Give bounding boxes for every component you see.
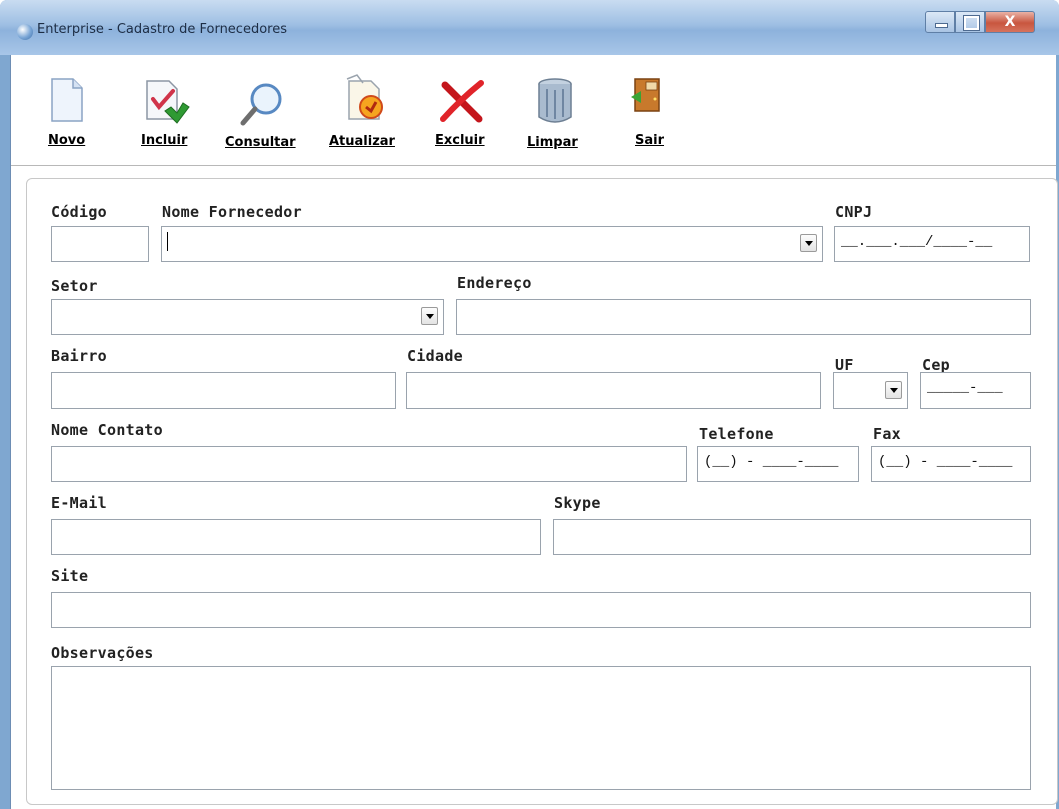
delete-button[interactable]: Excluir [431,77,491,157]
codigo-input[interactable] [51,226,149,262]
uf-dropdown-button[interactable] [885,381,902,399]
form-panel: Código Nome Fornecedor CNPJ __.___.___/_… [26,178,1058,805]
site-label: Site [51,567,89,585]
new-label: Novo [48,133,86,148]
delete-icon [440,80,484,123]
minimize-icon [935,23,948,28]
skype-label: Skype [554,494,601,512]
cep-mask: _____-___ [927,380,1003,396]
cnpj-mask: __.___.___/____-__ [841,234,993,250]
toolbar: Novo Incluir Consultar Atualizar Excluir… [11,55,1056,166]
close-icon: X [1004,14,1016,30]
delete-label: Excluir [435,133,485,148]
search-label: Consultar [225,135,296,150]
cep-input[interactable]: _____-___ [920,372,1031,409]
observacoes-label: Observações [51,644,154,662]
exit-door-icon [631,78,660,112]
setor-combobox[interactable] [51,299,444,335]
search-icon [240,83,282,126]
title-bar[interactable]: Enterprise - Cadastro de Fornecedores X [0,0,1059,55]
nome-fornecedor-label: Nome Fornecedor [162,203,302,221]
fax-mask: (__) - ____-____ [878,454,1013,470]
telefone-input[interactable]: (__) - ____-____ [697,446,859,482]
fax-label: Fax [873,425,901,443]
update-icon [346,74,383,120]
cnpj-input[interactable]: __.___.___/____-__ [834,226,1030,262]
uf-combobox[interactable] [833,372,908,409]
exit-label: Sair [635,133,665,148]
clear-label: Limpar [527,135,578,150]
cidade-input[interactable] [406,372,821,409]
application-window: Enterprise - Cadastro de Fornecedores X … [0,0,1059,809]
search-button[interactable]: Consultar [223,77,305,157]
exit-button[interactable]: Sair [627,75,667,155]
window-title: Enterprise - Cadastro de Fornecedores [37,22,287,37]
maximize-icon [964,16,979,30]
codigo-label: Código [51,203,107,221]
minimize-button[interactable] [925,11,955,33]
client-area: Novo Incluir Consultar Atualizar Excluir… [10,55,1058,809]
app-icon [17,24,33,40]
bairro-input[interactable] [51,372,396,409]
new-button[interactable]: Novo [43,77,93,157]
observacoes-textarea[interactable] [51,666,1031,790]
bairro-label: Bairro [51,347,107,365]
include-label: Incluir [141,133,188,148]
telefone-mask: (__) - ____-____ [704,454,839,470]
setor-label: Setor [51,277,98,295]
telefone-label: Telefone [699,425,774,443]
include-button[interactable]: Incluir [137,77,197,157]
setor-dropdown-button[interactable] [421,307,438,325]
nome-contato-input[interactable] [51,446,687,482]
trash-can-icon [538,78,572,123]
close-button[interactable]: X [985,11,1035,33]
nome-fornecedor-combobox[interactable] [161,226,823,262]
nome-fornecedor-dropdown-button[interactable] [800,234,817,252]
endereco-label: Endereço [457,274,532,292]
include-icon [146,80,190,124]
update-button[interactable]: Atualizar [327,73,403,155]
site-input[interactable] [51,592,1031,628]
endereco-input[interactable] [456,299,1031,335]
maximize-button[interactable] [955,11,985,33]
skype-input[interactable] [553,519,1031,555]
text-caret [167,232,168,251]
update-label: Atualizar [329,134,395,149]
new-document-icon [51,78,83,122]
cnpj-label: CNPJ [835,203,873,221]
email-input[interactable] [51,519,541,555]
clear-button[interactable]: Limpar [525,75,585,159]
nome-contato-label: Nome Contato [51,421,163,439]
email-label: E-Mail [51,494,107,512]
cidade-label: Cidade [407,347,463,365]
fax-input[interactable]: (__) - ____-____ [871,446,1031,482]
